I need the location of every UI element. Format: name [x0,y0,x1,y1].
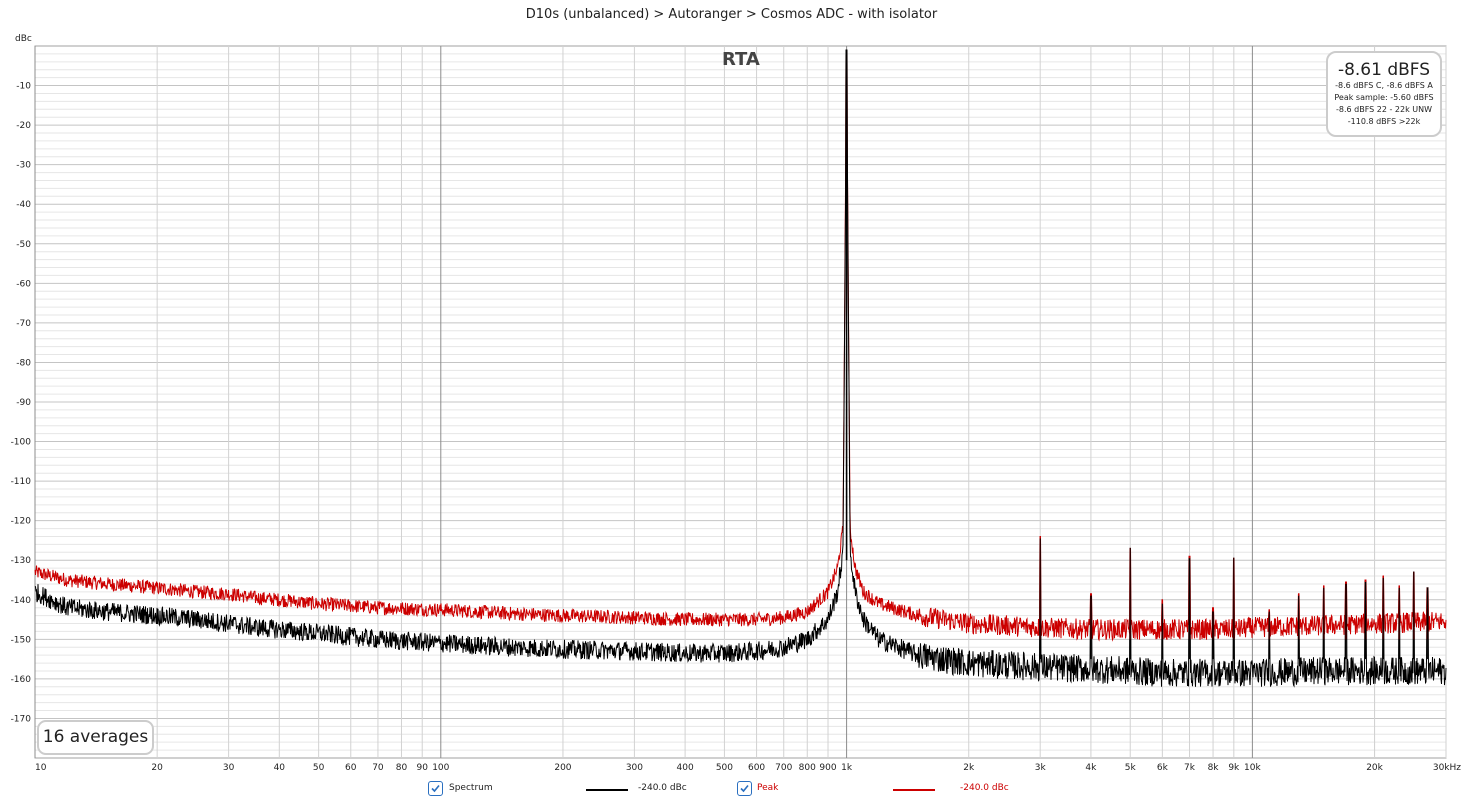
x-tick-label: 6k [1157,763,1169,773]
y-tick-label: -40 [16,200,31,210]
y-axis-label: dBc [15,34,32,44]
x-tick-label: 400 [677,763,694,773]
checkmark-icon [431,784,440,793]
x-tick-label: 200 [554,763,571,773]
x-tick-label: 20k [1366,763,1383,773]
x-tick-label: 80 [396,763,408,773]
y-tick-label: -60 [16,279,31,289]
y-tick-label: -130 [11,556,32,566]
y-tick-label: -140 [11,596,32,606]
x-tick-label: 7k [1184,763,1196,773]
x-tick-label: 8k [1208,763,1220,773]
legend-value-peak: -240.0 dBc [960,783,1009,793]
y-tick-label: -90 [16,398,31,408]
x-tick-label: 800 [799,763,816,773]
x-tick-label: 9k [1228,763,1240,773]
x-tick-label: 10 [35,763,47,773]
y-tick-label: -170 [11,714,32,724]
level-peak-line: Peak sample: -5.60 dBFS [1334,93,1434,102]
x-tick-label: 300 [626,763,643,773]
level-unweighted-line: -8.6 dBFS 22 - 22k UNW [1335,105,1433,114]
legend-label-spectrum: Spectrum [449,783,493,793]
checkmark-icon [740,784,749,793]
legend-label-peak: Peak [757,783,779,793]
level-weighted-line: -8.6 dBFS C, -8.6 dBFS A [1335,81,1433,90]
x-tick-label: 5k [1125,763,1137,773]
x-axis-ticks: 10 20 30 40 50 60 70 80 90 100 200 300 400 500 600 700 8… [35,763,1461,773]
x-tick-label: 20 [151,763,163,773]
y-tick-label: -160 [11,675,32,685]
level-above-22k-line: -110.8 dBFS >22k [1347,117,1421,126]
x-tick-label: 50 [313,763,325,773]
x-tick-label: 40 [274,763,286,773]
legend-swatch-peak [893,789,935,791]
x-tick-label: 2k [963,763,975,773]
y-tick-label: -70 [16,319,31,329]
legend-peak: Peak -240.0 dBc [737,781,1027,797]
legend-value-spectrum: -240.0 dBc [638,783,687,793]
x-tick-label: 70 [372,763,384,773]
x-tick-label: 100 [432,763,449,773]
x-tick-label: 500 [716,763,733,773]
spectrum-checkbox[interactable] [428,781,443,796]
x-tick-label: 30kHz [1433,763,1461,773]
y-tick-label: -20 [16,121,31,131]
x-tick-label: 1k [841,763,853,773]
rta-plot[interactable]: dBc -10-20-30-40-50-60-70-80-90-100-110-… [0,0,1463,800]
x-tick-label: 90 [417,763,429,773]
peak-checkbox[interactable] [737,781,752,796]
legend-spectrum: Spectrum -240.0 dBc [428,781,708,797]
y-tick-label: -120 [11,517,32,527]
y-tick-label: -150 [11,635,32,645]
y-tick-label: -30 [16,161,31,171]
y-tick-label: -100 [11,438,32,448]
x-tick-label: 60 [345,763,357,773]
x-tick-label: 600 [748,763,765,773]
x-tick-label: 4k [1085,763,1097,773]
x-tick-label: 3k [1035,763,1047,773]
y-tick-label: -50 [16,240,31,250]
y-tick-label: -80 [16,358,31,368]
y-tick-label: -110 [11,477,32,487]
averages-badge: 16 averages [37,720,154,755]
x-tick-label: 30 [223,763,235,773]
x-tick-label: 700 [775,763,792,773]
y-axis-ticks: -10 -20 -30 -40 -50 -60 -70 -80 -90 -100 -110 -120 -… [11,82,32,725]
y-tick-label: -10 [16,82,31,92]
level-main-value: -8.61 dBFS [1337,60,1431,80]
rta-label: RTA [722,49,760,70]
level-readout-box: -8.61 dBFS -8.6 dBFS C, -8.6 dBFS A Peak… [1326,51,1442,137]
legend-swatch-spectrum [586,789,628,791]
x-tick-label: 10k [1244,763,1261,773]
x-tick-label: 900 [819,763,836,773]
